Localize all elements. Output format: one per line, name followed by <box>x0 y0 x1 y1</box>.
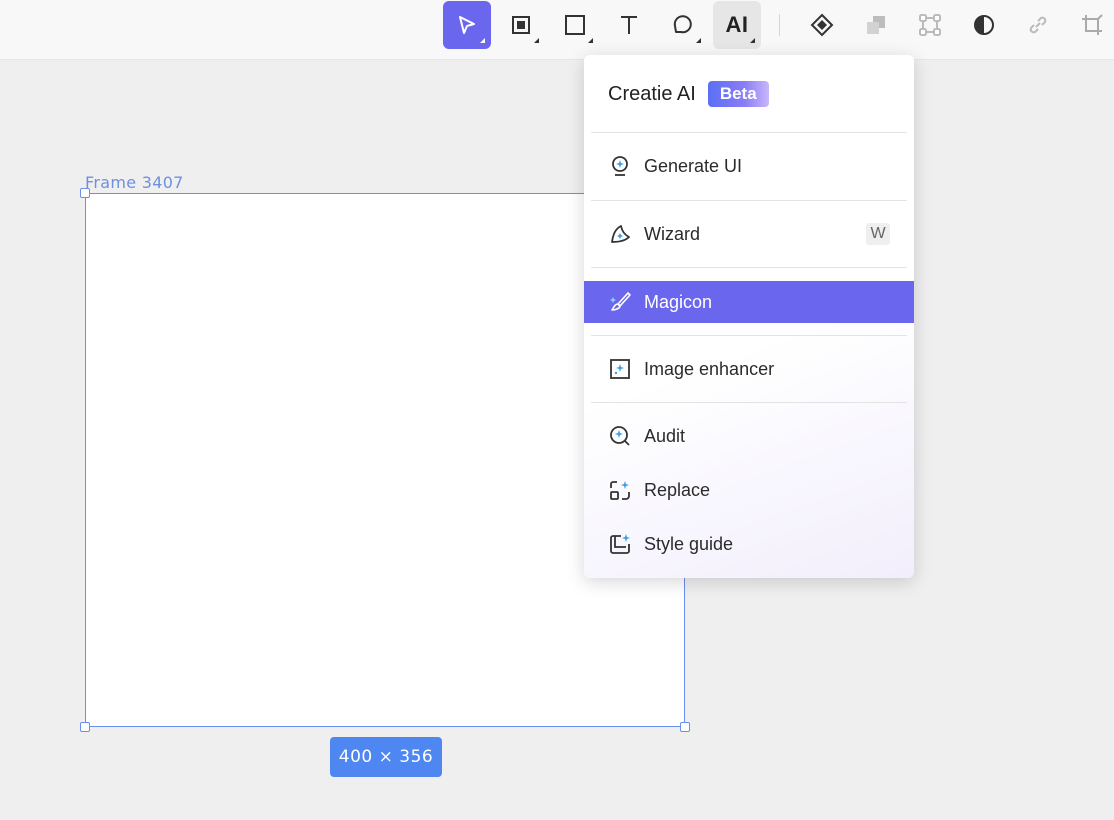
dropdown-corner-icon <box>588 38 593 43</box>
wizard-icon <box>608 222 632 246</box>
image-enhancer-icon <box>608 357 632 381</box>
comment-bubble-icon <box>673 15 692 34</box>
ai-dropdown-menu: Creatie AI Beta Generate UI Wizard W Mag… <box>584 55 914 578</box>
dropdown-corner-icon <box>534 38 539 43</box>
menu-item-label: Audit <box>644 425 686 446</box>
menu-item-label: Generate UI <box>644 155 743 176</box>
menu-item-magicon[interactable]: Magicon <box>584 281 914 323</box>
menu-item-label: Wizard <box>644 223 701 244</box>
menu-divider <box>591 200 907 201</box>
keyboard-shortcut: W <box>866 223 890 245</box>
frame-name-label[interactable]: Frame 3407 <box>85 173 184 192</box>
menu-item-image-enhancer[interactable]: Image enhancer <box>584 348 914 390</box>
toolbar-separator <box>779 14 780 36</box>
menu-divider <box>591 132 907 133</box>
menu-divider <box>591 402 907 403</box>
generate-ui-icon <box>608 154 632 178</box>
menu-item-label: Style guide <box>644 533 734 554</box>
frame-icon <box>512 16 530 34</box>
resize-handle-bottom-right[interactable] <box>680 722 690 732</box>
component-diamond-icon <box>810 13 834 37</box>
pointer-icon <box>459 16 475 34</box>
link-tool-button[interactable] <box>1014 1 1062 49</box>
boolean-union-icon <box>867 16 885 34</box>
menu-item-label: Magicon <box>644 291 713 312</box>
text-tool-button[interactable] <box>605 1 653 49</box>
style-guide-icon <box>608 532 632 556</box>
menu-item-label: Image enhancer <box>644 358 775 379</box>
mask-tool-button[interactable] <box>960 1 1008 49</box>
replace-icon <box>608 478 632 502</box>
rectangle-icon <box>565 15 585 35</box>
menu-item-generate-ui[interactable]: Generate UI <box>584 145 914 187</box>
select-tool-button[interactable] <box>443 1 491 49</box>
top-toolbar: AI <box>0 0 1114 60</box>
resize-handle-top-left[interactable] <box>80 188 90 198</box>
boolean-tool-button[interactable] <box>852 1 900 49</box>
menu-item-style-guide[interactable]: Style guide <box>584 523 914 565</box>
menu-item-label: Replace <box>644 479 711 500</box>
frame-tool-button[interactable] <box>497 1 545 49</box>
text-icon <box>621 16 637 34</box>
crop-icon <box>1082 14 1103 35</box>
dropdown-corner-icon <box>696 38 701 43</box>
transform-tool-button[interactable] <box>906 1 954 49</box>
audit-icon <box>608 424 632 448</box>
menu-divider <box>591 335 907 336</box>
transform-bounds-icon <box>919 14 941 36</box>
dropdown-corner-icon <box>750 38 755 43</box>
rectangle-tool-button[interactable] <box>551 1 599 49</box>
comment-tool-button[interactable] <box>659 1 707 49</box>
mask-contrast-icon <box>974 15 994 35</box>
menu-item-replace[interactable]: Replace <box>584 469 914 511</box>
beta-badge: Beta <box>707 81 769 107</box>
magicon-brush-icon <box>608 290 632 314</box>
menu-divider <box>591 267 907 268</box>
menu-header: Creatie AI Beta <box>608 81 769 107</box>
resize-handle-bottom-left[interactable] <box>80 722 90 732</box>
ai-tool-button[interactable]: AI <box>713 1 761 49</box>
ai-tool-label: AI <box>725 12 749 37</box>
crop-tool-button[interactable] <box>1068 1 1114 49</box>
menu-item-wizard[interactable]: Wizard W <box>584 213 914 255</box>
menu-title: Creatie AI <box>608 82 696 105</box>
menu-item-audit[interactable]: Audit <box>584 415 914 457</box>
link-chain-icon <box>1029 16 1047 34</box>
component-tool-button[interactable] <box>798 1 846 49</box>
frame-size-badge: 400 × 356 <box>330 737 442 777</box>
dropdown-corner-icon <box>480 38 485 43</box>
